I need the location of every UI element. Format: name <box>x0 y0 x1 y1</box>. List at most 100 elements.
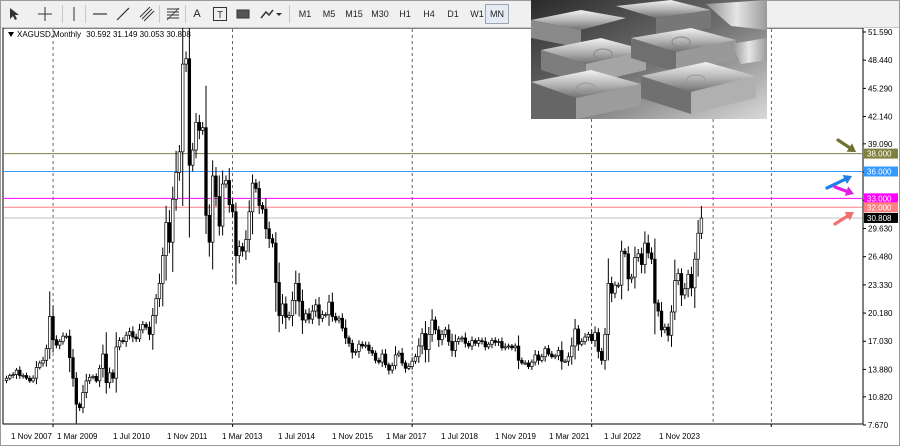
candle-bear <box>383 353 388 366</box>
svg-text:T: T <box>217 10 223 21</box>
y-axis-tick-label: 7.670 <box>868 421 889 430</box>
candle-bear <box>500 341 504 349</box>
channel-icon[interactable] <box>137 4 157 24</box>
y-axis-tick-label: 17.030 <box>868 337 893 346</box>
candle-bear <box>51 316 55 341</box>
candle-bull <box>320 314 325 319</box>
vertical-line-icon[interactable] <box>65 4 83 24</box>
candle-bull <box>11 374 15 376</box>
timeframe-m1[interactable]: M1 <box>293 4 317 24</box>
candle-bull <box>141 324 145 331</box>
candle-bear <box>656 302 660 312</box>
candle-bear <box>260 205 265 210</box>
candle-bull <box>117 340 122 348</box>
candle-bull <box>224 180 228 185</box>
timeframe-d1[interactable]: D1 <box>441 4 465 24</box>
candle-bear <box>297 283 301 302</box>
candle-bear <box>447 329 451 342</box>
current-price-label: 30.808 <box>867 214 892 223</box>
candle-bear <box>467 342 471 347</box>
timeframe-m30[interactable]: M30 <box>367 4 393 24</box>
candle-bear <box>370 350 374 354</box>
candle-bear <box>560 350 564 362</box>
candle-bear <box>167 222 172 243</box>
y-axis-tick-label: 48.440 <box>868 56 893 65</box>
candle-bear <box>493 340 497 343</box>
candle-bull <box>137 329 142 340</box>
candle-bull <box>686 274 690 290</box>
candle-bear <box>24 375 29 379</box>
candle-bear <box>284 303 288 318</box>
candle-bull <box>643 242 647 265</box>
timeframe-h1[interactable]: H1 <box>393 4 417 24</box>
candle-bull <box>633 257 637 278</box>
timeframe-m5[interactable]: M5 <box>317 4 341 24</box>
candle-bull <box>606 283 610 335</box>
candle-bull <box>194 121 198 151</box>
candle-bull <box>353 351 358 353</box>
x-axis-tick-label: 1 Mar 2021 <box>549 432 590 441</box>
fibonacci-icon[interactable] <box>163 4 183 24</box>
candle-bull <box>58 341 62 346</box>
candle-bear <box>536 354 541 361</box>
trendline-icon[interactable] <box>113 4 133 24</box>
candle-bear <box>520 359 524 364</box>
candle-bear <box>659 310 664 331</box>
candle-bull <box>184 58 188 65</box>
candle-bull <box>81 392 85 409</box>
candle-bull <box>250 182 255 213</box>
candle-bull <box>114 346 118 379</box>
timeframe-h4[interactable]: H4 <box>417 4 441 24</box>
level-price-label: 33.000 <box>867 194 892 203</box>
x-axis-tick-label: 1 Nov 2023 <box>659 432 700 441</box>
candle-bull <box>427 334 431 350</box>
toolbar-separator <box>62 5 63 23</box>
candle-bull <box>64 335 69 338</box>
candle-bull <box>443 329 448 335</box>
candle-bear <box>317 304 321 319</box>
candle-bull <box>151 315 155 335</box>
horizontal-line-icon[interactable] <box>90 4 110 24</box>
candle-bull <box>420 333 424 347</box>
candle-bull <box>486 343 491 348</box>
candle-bear <box>187 58 192 166</box>
candle-bear <box>437 329 441 341</box>
level-price-label: 36.000 <box>867 168 892 177</box>
candle-bull <box>363 344 368 347</box>
candle-bull <box>21 375 25 377</box>
candle-bull <box>393 354 398 367</box>
candle-bull <box>310 310 315 320</box>
candle-bull <box>4 377 9 381</box>
candle-bear <box>473 340 477 344</box>
candle-bear <box>134 336 138 340</box>
cursor-arrow-icon[interactable] <box>5 4 23 24</box>
candle-bull <box>566 356 571 362</box>
candle-bear <box>646 242 650 254</box>
candle-bull <box>91 376 95 378</box>
x-axis-tick-label: 1 Nov 2007 <box>11 432 52 441</box>
candle-bull <box>616 284 620 287</box>
text-label-icon[interactable]: T <box>211 4 229 24</box>
shapes-dropdown-icon[interactable] <box>257 4 285 24</box>
y-axis-tick-label: 42.140 <box>868 113 893 122</box>
candle-bull <box>457 338 461 342</box>
candle-bear <box>230 204 235 213</box>
crosshair-icon[interactable] <box>33 4 57 24</box>
candle-bear <box>403 362 408 369</box>
text-icon[interactable]: A <box>189 4 205 24</box>
candle-bull <box>48 316 52 350</box>
collapse-triangle-icon[interactable] <box>8 32 14 38</box>
candle-bull <box>570 345 574 358</box>
candle-bull <box>586 334 591 338</box>
candle-bear <box>639 253 644 265</box>
candle-bear <box>450 341 454 351</box>
candle-bull <box>573 328 577 347</box>
rectangle-icon[interactable] <box>233 4 253 24</box>
candle-bear <box>347 337 351 344</box>
candle-bear <box>147 326 152 335</box>
candle-bull <box>124 334 128 342</box>
timeframe-mn[interactable]: MN <box>485 4 509 24</box>
candle-bull <box>337 317 341 321</box>
candle-bear <box>330 301 334 317</box>
timeframe-m15[interactable]: M15 <box>341 4 367 24</box>
